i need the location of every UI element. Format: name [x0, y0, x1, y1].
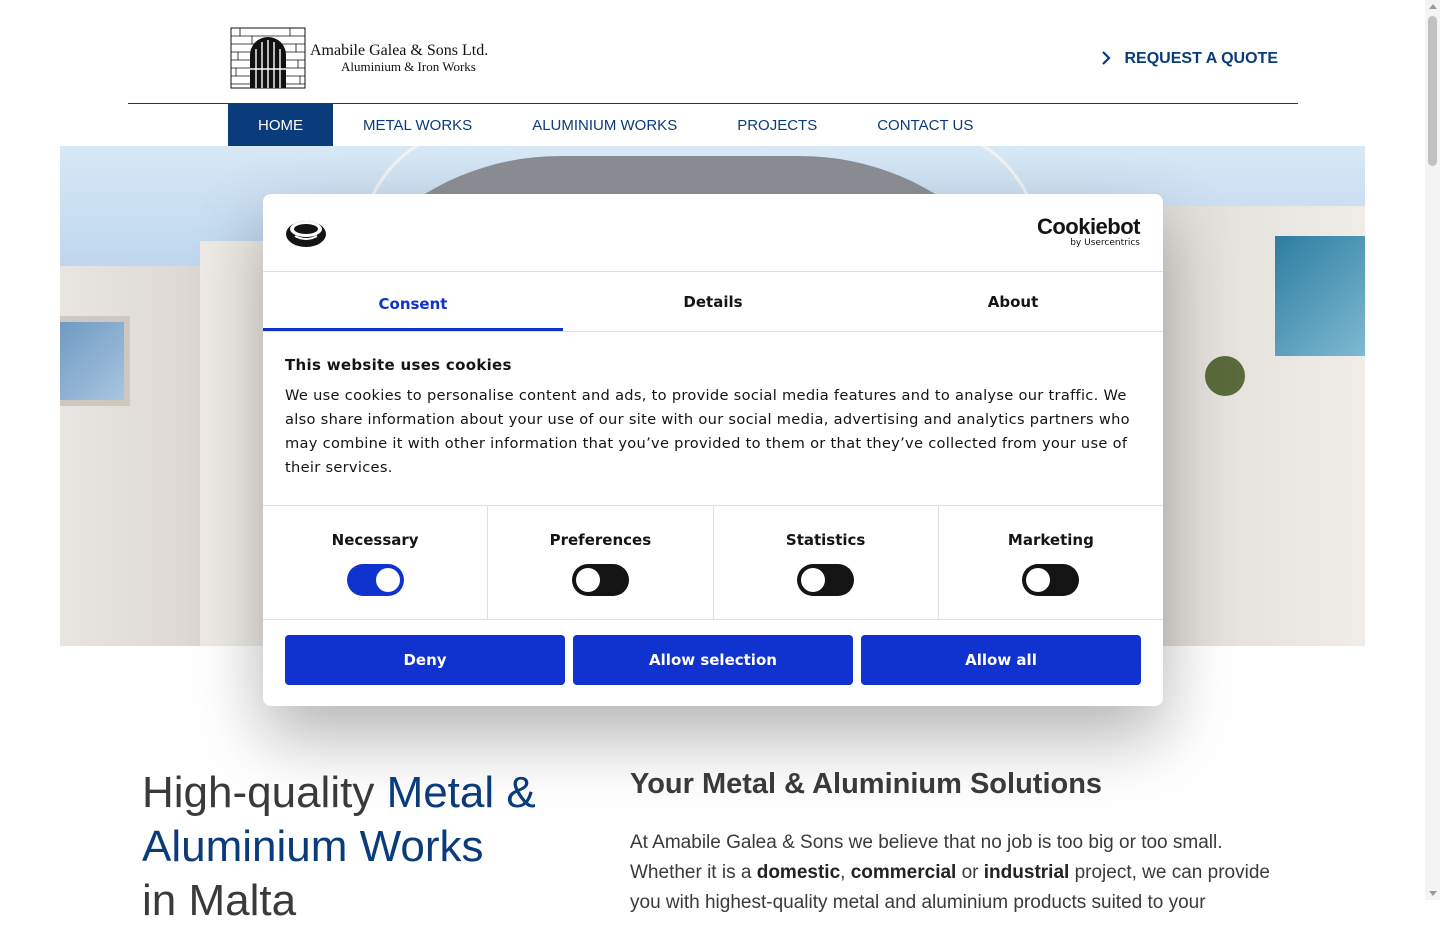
nav-item-metal-works[interactable]: METAL WORKS: [333, 104, 502, 146]
statistics-toggle[interactable]: [797, 564, 855, 596]
para-text-2: ,: [840, 862, 851, 883]
para-text-3: or: [956, 862, 984, 883]
cookie-consent-dialog: Cookiebot by Usercentrics Consent Detail…: [263, 194, 1163, 706]
tab-details-label: Details: [683, 292, 743, 311]
page-scrollbar[interactable]: [1425, 0, 1440, 900]
cookie-logo-icon: [286, 221, 326, 247]
request-quote-link[interactable]: REQUEST A QUOTE: [1101, 50, 1279, 68]
category-marketing-label: Marketing: [1007, 531, 1094, 549]
scroll-up-icon[interactable]: [1429, 4, 1437, 9]
headline-tail: in Malta: [142, 876, 297, 925]
allow-selection-button[interactable]: Allow selection: [573, 635, 853, 685]
tab-about-label: About: [987, 292, 1039, 311]
nav-item-contact-us[interactable]: CONTACT US: [847, 104, 1003, 146]
hero-window: [60, 316, 130, 406]
cookiebot-brand[interactable]: Cookiebot by Usercentrics: [1036, 214, 1141, 250]
cookie-body: This website uses cookies We use cookies…: [263, 332, 1163, 506]
headline-plain: High-quality: [142, 768, 387, 817]
request-quote-label: REQUEST A QUOTE: [1124, 50, 1279, 67]
cookiebot-brand-sub: by Usercentrics: [1070, 238, 1140, 248]
scroll-down-icon[interactable]: [1429, 891, 1437, 896]
section-heading: Your Metal & Aluminium Solutions: [630, 768, 1103, 800]
intro-paragraph: At Amabile Galea & Sons we believe that …: [630, 828, 1290, 918]
category-statistics-label: Statistics: [785, 531, 866, 549]
allow-all-button[interactable]: Allow all: [861, 635, 1141, 685]
cookiebot-brand-name: Cookiebot: [1036, 214, 1141, 239]
cookie-description: We use cookies to personalise content an…: [285, 387, 1130, 476]
logo-company-name: Amabile Galea & Sons Ltd.: [310, 42, 489, 60]
tab-consent-label: Consent: [378, 294, 448, 313]
cookie-dialog-header: Cookiebot by Usercentrics: [263, 194, 1163, 272]
cookie-categories: Necessary Preferences Statistics Marketi…: [263, 506, 1163, 620]
para-bold-domestic: domestic: [756, 862, 841, 883]
category-preferences: Preferences: [488, 506, 714, 619]
tab-consent[interactable]: Consent: [263, 272, 563, 331]
nav-item-aluminium-works[interactable]: ALUMINIUM WORKS: [502, 104, 707, 146]
main-nav: HOME METAL WORKS ALUMINIUM WORKS PROJECT…: [228, 104, 1003, 146]
cookie-buttons: Deny Allow selection Allow all: [263, 620, 1163, 685]
para-bold-industrial: industrial: [983, 862, 1070, 883]
nav-item-projects[interactable]: PROJECTS: [707, 104, 847, 146]
gate-logo-icon: [230, 27, 306, 89]
site-logo[interactable]: Amabile Galea & Sons Ltd. Aluminium & Ir…: [230, 26, 510, 90]
hero-plant: [1205, 356, 1245, 396]
logo-text: Amabile Galea & Sons Ltd. Aluminium & Ir…: [310, 42, 488, 74]
category-preferences-label: Preferences: [549, 531, 652, 549]
tab-details[interactable]: Details: [563, 272, 863, 331]
tab-about[interactable]: About: [863, 272, 1163, 331]
nav-item-home[interactable]: HOME: [228, 104, 333, 146]
category-marketing: Marketing: [939, 506, 1163, 619]
necessary-toggle[interactable]: [346, 564, 404, 596]
logo-tagline: Aluminium & Iron Works: [341, 58, 476, 74]
marketing-toggle[interactable]: [1022, 564, 1080, 596]
page-headline: High-quality Metal & Aluminium Works in …: [142, 766, 582, 928]
preferences-toggle[interactable]: [571, 564, 629, 596]
para-bold-commercial: commercial: [850, 862, 957, 883]
scrollbar-thumb[interactable]: [1428, 16, 1437, 166]
deny-button[interactable]: Deny: [285, 635, 565, 685]
category-necessary-label: Necessary: [331, 531, 419, 549]
category-statistics: Statistics: [714, 506, 939, 619]
hero-glass: [1275, 236, 1365, 356]
category-necessary: Necessary: [263, 506, 489, 619]
cookie-tabs: Consent Details About: [263, 272, 1163, 332]
cookie-title: This website uses cookies: [285, 356, 512, 374]
chevron-right-icon: [1101, 50, 1111, 68]
